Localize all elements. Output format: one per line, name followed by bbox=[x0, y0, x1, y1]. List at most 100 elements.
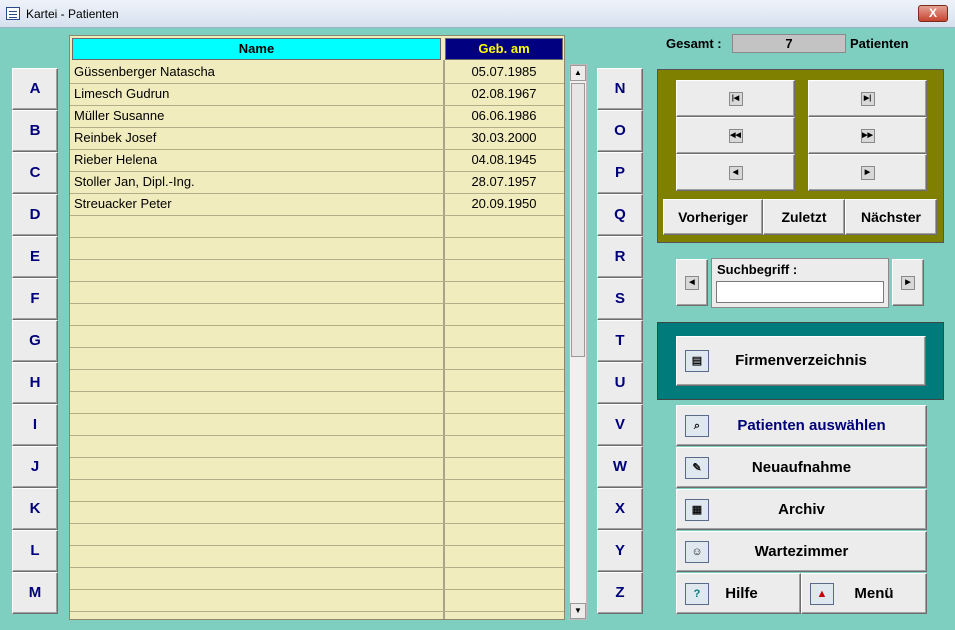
menu-shapes-icon: ▲ bbox=[810, 582, 834, 605]
next-button[interactable]: Nächster bbox=[845, 199, 937, 235]
patient-name-cell: Müller Susanne bbox=[74, 108, 165, 123]
search-previous-icon: ◀ bbox=[685, 275, 699, 290]
last-record-button[interactable]: ▶| bbox=[808, 80, 927, 117]
table-row[interactable] bbox=[70, 568, 564, 590]
letter-button-f[interactable]: F bbox=[12, 278, 58, 320]
scroll-thumb[interactable] bbox=[571, 83, 585, 357]
scroll-up-arrow-icon[interactable]: ▲ bbox=[570, 65, 586, 81]
window-icon bbox=[6, 7, 20, 20]
table-row[interactable] bbox=[70, 524, 564, 546]
letter-button-m[interactable]: M bbox=[12, 572, 58, 614]
table-row[interactable] bbox=[70, 392, 564, 414]
previous-button[interactable]: Vorheriger bbox=[663, 199, 763, 235]
table-row[interactable] bbox=[70, 260, 564, 282]
page-back-button[interactable]: ◀◀ bbox=[676, 117, 795, 154]
letter-button-s[interactable]: S bbox=[597, 278, 643, 320]
select-patient-label: Patienten auswählen bbox=[737, 417, 886, 434]
table-scrollbar[interactable]: ▲ ▼ bbox=[569, 64, 587, 620]
previous-arrow-icon: ◀ bbox=[728, 165, 743, 180]
letter-button-l[interactable]: L bbox=[12, 530, 58, 572]
letter-button-a[interactable]: A bbox=[12, 68, 58, 110]
letter-button-t[interactable]: T bbox=[597, 320, 643, 362]
table-row[interactable] bbox=[70, 304, 564, 326]
last-visited-button[interactable]: Zuletzt bbox=[763, 199, 845, 235]
table-row[interactable] bbox=[70, 502, 564, 524]
patient-name-cell: Reinbek Josef bbox=[74, 130, 157, 145]
letter-button-i[interactable]: I bbox=[12, 404, 58, 446]
column-header-birthdate[interactable]: Geb. am bbox=[445, 38, 563, 60]
table-row[interactable] bbox=[70, 370, 564, 392]
letter-button-g[interactable]: G bbox=[12, 320, 58, 362]
total-count-box: 7 bbox=[732, 34, 846, 53]
select-patient-icon: ⌕ bbox=[685, 414, 709, 437]
search-input[interactable] bbox=[716, 281, 884, 303]
search-next-button[interactable]: ▶ bbox=[892, 259, 924, 306]
letter-button-h[interactable]: H bbox=[12, 362, 58, 404]
table-row[interactable]: Streuacker Peter 20.09.1950 bbox=[70, 194, 564, 216]
archive-icon: ▦ bbox=[685, 498, 709, 521]
close-button[interactable]: X bbox=[918, 5, 948, 22]
table-row[interactable]: Limesch Gudrun 02.08.1967 bbox=[70, 84, 564, 106]
table-row[interactable] bbox=[70, 546, 564, 568]
table-row[interactable]: Müller Susanne 06.06.1986 bbox=[70, 106, 564, 128]
table-row[interactable] bbox=[70, 480, 564, 502]
scroll-down-arrow-icon[interactable]: ▼ bbox=[570, 603, 586, 619]
letter-button-v[interactable]: V bbox=[597, 404, 643, 446]
table-row[interactable] bbox=[70, 436, 564, 458]
table-row[interactable] bbox=[70, 326, 564, 348]
first-record-button[interactable]: |◀ bbox=[676, 80, 795, 117]
patient-name-cell: Streuacker Peter bbox=[74, 196, 172, 211]
search-label: Suchbegriff : bbox=[717, 262, 798, 277]
letter-button-u[interactable]: U bbox=[597, 362, 643, 404]
next-record-button[interactable]: ▶ bbox=[808, 154, 927, 191]
archive-button[interactable]: ▦ Archiv bbox=[676, 489, 927, 530]
company-directory-button[interactable]: ▤ Firmenverzeichnis bbox=[676, 336, 926, 386]
table-row[interactable]: Reinbek Josef 30.03.2000 bbox=[70, 128, 564, 150]
total-label: Gesamt : bbox=[666, 36, 722, 51]
table-row[interactable] bbox=[70, 238, 564, 260]
letter-button-o[interactable]: O bbox=[597, 110, 643, 152]
letter-button-x[interactable]: X bbox=[597, 488, 643, 530]
birthdate-cell: 30.03.2000 bbox=[471, 130, 537, 145]
table-row[interactable] bbox=[70, 282, 564, 304]
letter-button-k[interactable]: K bbox=[12, 488, 58, 530]
waiting-room-button[interactable]: ☺ Wartezimmer bbox=[676, 531, 927, 572]
letter-button-p[interactable]: P bbox=[597, 152, 643, 194]
select-patient-button[interactable]: ⌕ Patienten auswählen bbox=[676, 405, 927, 446]
letter-button-r[interactable]: R bbox=[597, 236, 643, 278]
table-row[interactable] bbox=[70, 414, 564, 436]
letter-button-w[interactable]: W bbox=[597, 446, 643, 488]
birthdate-cell: 28.07.1957 bbox=[471, 174, 537, 189]
table-row[interactable] bbox=[70, 348, 564, 370]
new-patient-button[interactable]: ✎ Neuaufnahme bbox=[676, 447, 927, 488]
page-forward-button[interactable]: ▶▶ bbox=[808, 117, 927, 154]
window-client-area: ABCDEFGHIJKLM Name Geb. am Güssenberger … bbox=[0, 28, 955, 630]
letter-button-c[interactable]: C bbox=[12, 152, 58, 194]
table-row[interactable]: Güssenberger Natascha 05.07.1985 bbox=[70, 62, 564, 84]
menu-button[interactable]: ▲ Menü bbox=[801, 573, 927, 614]
letter-button-q[interactable]: Q bbox=[597, 194, 643, 236]
archive-label: Archiv bbox=[778, 501, 825, 518]
patient-name-cell: Güssenberger Natascha bbox=[74, 64, 215, 79]
letter-button-b[interactable]: B bbox=[12, 110, 58, 152]
letter-button-d[interactable]: D bbox=[12, 194, 58, 236]
table-row[interactable] bbox=[70, 216, 564, 238]
letter-button-e[interactable]: E bbox=[12, 236, 58, 278]
table-row[interactable]: Stoller Jan, Dipl.-Ing. 28.07.1957 bbox=[70, 172, 564, 194]
previous-record-button[interactable]: ◀ bbox=[676, 154, 795, 191]
company-directory-label: Firmenverzeichnis bbox=[735, 352, 867, 369]
letter-button-z[interactable]: Z bbox=[597, 572, 643, 614]
new-patient-label: Neuaufnahme bbox=[751, 459, 852, 476]
letter-button-j[interactable]: J bbox=[12, 446, 58, 488]
letter-button-y[interactable]: Y bbox=[597, 530, 643, 572]
table-row[interactable] bbox=[70, 590, 564, 612]
table-row[interactable]: Rieber Helena 04.08.1945 bbox=[70, 150, 564, 172]
column-header-name[interactable]: Name bbox=[72, 38, 441, 60]
patient-name-cell: Limesch Gudrun bbox=[74, 86, 170, 101]
table-row[interactable] bbox=[70, 458, 564, 480]
fast-rewind-icon: ◀◀ bbox=[728, 128, 743, 143]
help-button[interactable]: ? Hilfe bbox=[676, 573, 801, 614]
search-previous-button[interactable]: ◀ bbox=[676, 259, 708, 306]
last-record-icon: ▶| bbox=[860, 91, 875, 106]
letter-button-n[interactable]: N bbox=[597, 68, 643, 110]
